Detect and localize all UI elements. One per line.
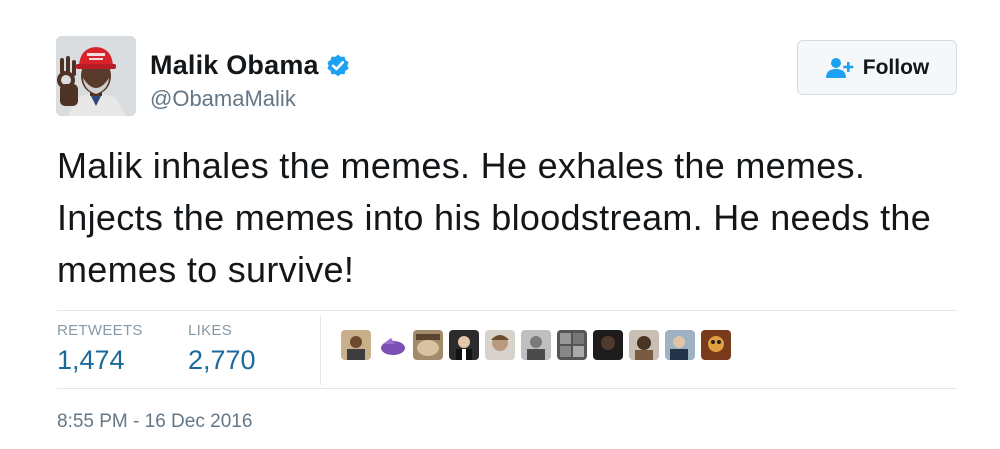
add-person-icon: [825, 57, 855, 79]
tweet-text: Malik inhales the memes. He exhales the …: [57, 145, 932, 290]
display-name[interactable]: Malik Obama: [150, 50, 319, 81]
liker-avatar[interactable]: [593, 330, 623, 360]
retweets-count: 1,474: [57, 345, 125, 375]
liker-avatar[interactable]: [701, 330, 731, 360]
avatar-image: [56, 36, 136, 116]
liker-avatar[interactable]: [377, 330, 407, 360]
liker-avatar[interactable]: [665, 330, 695, 360]
user-handle[interactable]: @ObamaMalik: [150, 86, 296, 112]
liker-avatar[interactable]: [449, 330, 479, 360]
follow-button[interactable]: Follow: [797, 40, 957, 95]
liker-avatar[interactable]: [485, 330, 515, 360]
divider: [57, 388, 957, 389]
stats-divider: [320, 315, 321, 385]
avatar[interactable]: [56, 36, 136, 116]
follow-button-label: Follow: [862, 55, 930, 79]
liker-avatar[interactable]: [413, 330, 443, 360]
likes-count: 2,770: [188, 345, 256, 375]
likes-stat[interactable]: LIKES 2,770: [188, 322, 256, 376]
liker-avatar[interactable]: [341, 330, 371, 360]
liker-avatars: [341, 330, 731, 360]
retweets-label: RETWEETS: [57, 322, 143, 339]
liker-avatar[interactable]: [629, 330, 659, 360]
likes-label: LIKES: [188, 322, 233, 339]
verified-badge-icon: [325, 53, 351, 79]
divider: [57, 310, 957, 311]
user-name-row: Malik Obama: [150, 50, 351, 81]
liker-avatar[interactable]: [557, 330, 587, 360]
liker-avatar[interactable]: [521, 330, 551, 360]
tweet-card: Malik Obama @ObamaMalik Follow Malik inh…: [0, 0, 1000, 449]
retweets-stat[interactable]: RETWEETS 1,474: [57, 322, 143, 376]
tweet-timestamp[interactable]: 8:55 PM - 16 Dec 2016: [57, 411, 252, 433]
